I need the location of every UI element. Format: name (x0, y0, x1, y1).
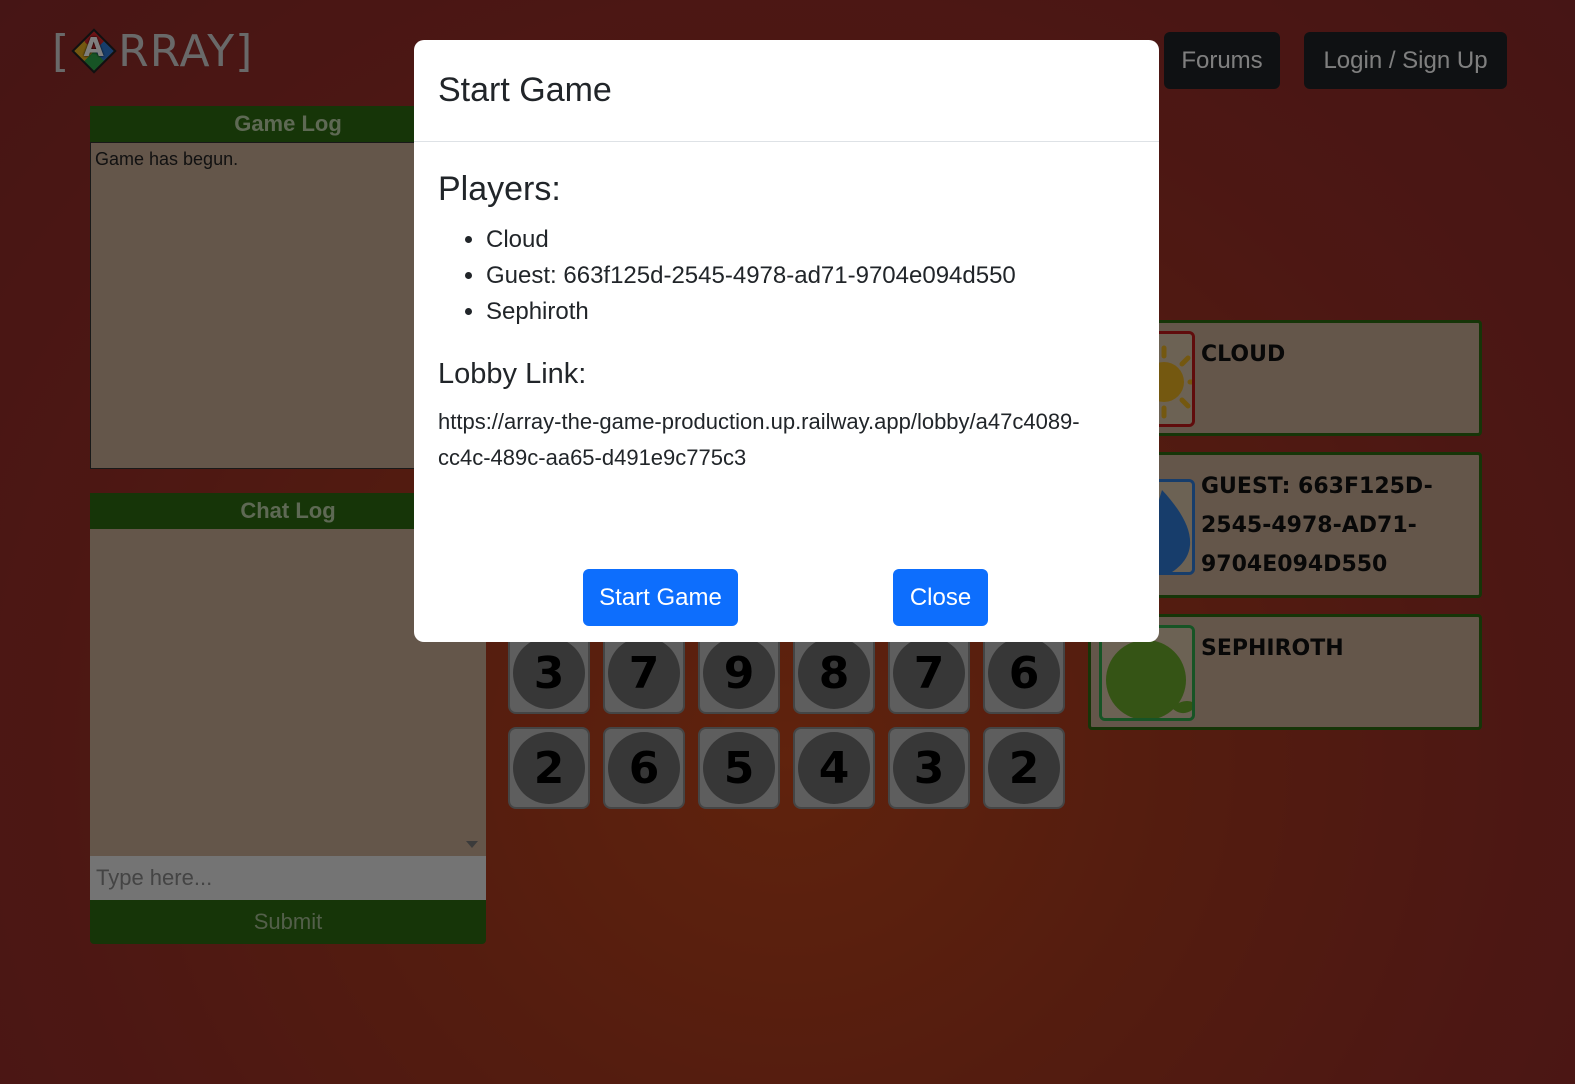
players-list: Cloud Guest: 663f125d-2545-4978-ad71-970… (438, 222, 1135, 330)
player-list-item: Cloud (486, 222, 1135, 258)
modal-header: Start Game (414, 40, 1159, 142)
close-button[interactable]: Close (893, 569, 988, 626)
modal-body: Players: Cloud Guest: 663f125d-2545-4978… (414, 142, 1159, 476)
lobby-link-heading: Lobby Link: (438, 358, 587, 390)
start-game-button[interactable]: Start Game (583, 569, 738, 626)
lobby-link[interactable]: https://array-the-game-production.up.rai… (438, 404, 1088, 476)
player-list-item: Guest: 663f125d-2545-4978-ad71-9704e094d… (486, 258, 1135, 294)
player-list-item: Sephiroth (486, 294, 1135, 330)
players-heading: Players: (438, 170, 561, 208)
start-game-modal: Start Game Players: Cloud Guest: 663f125… (414, 40, 1159, 642)
modal-title: Start Game (438, 71, 612, 109)
